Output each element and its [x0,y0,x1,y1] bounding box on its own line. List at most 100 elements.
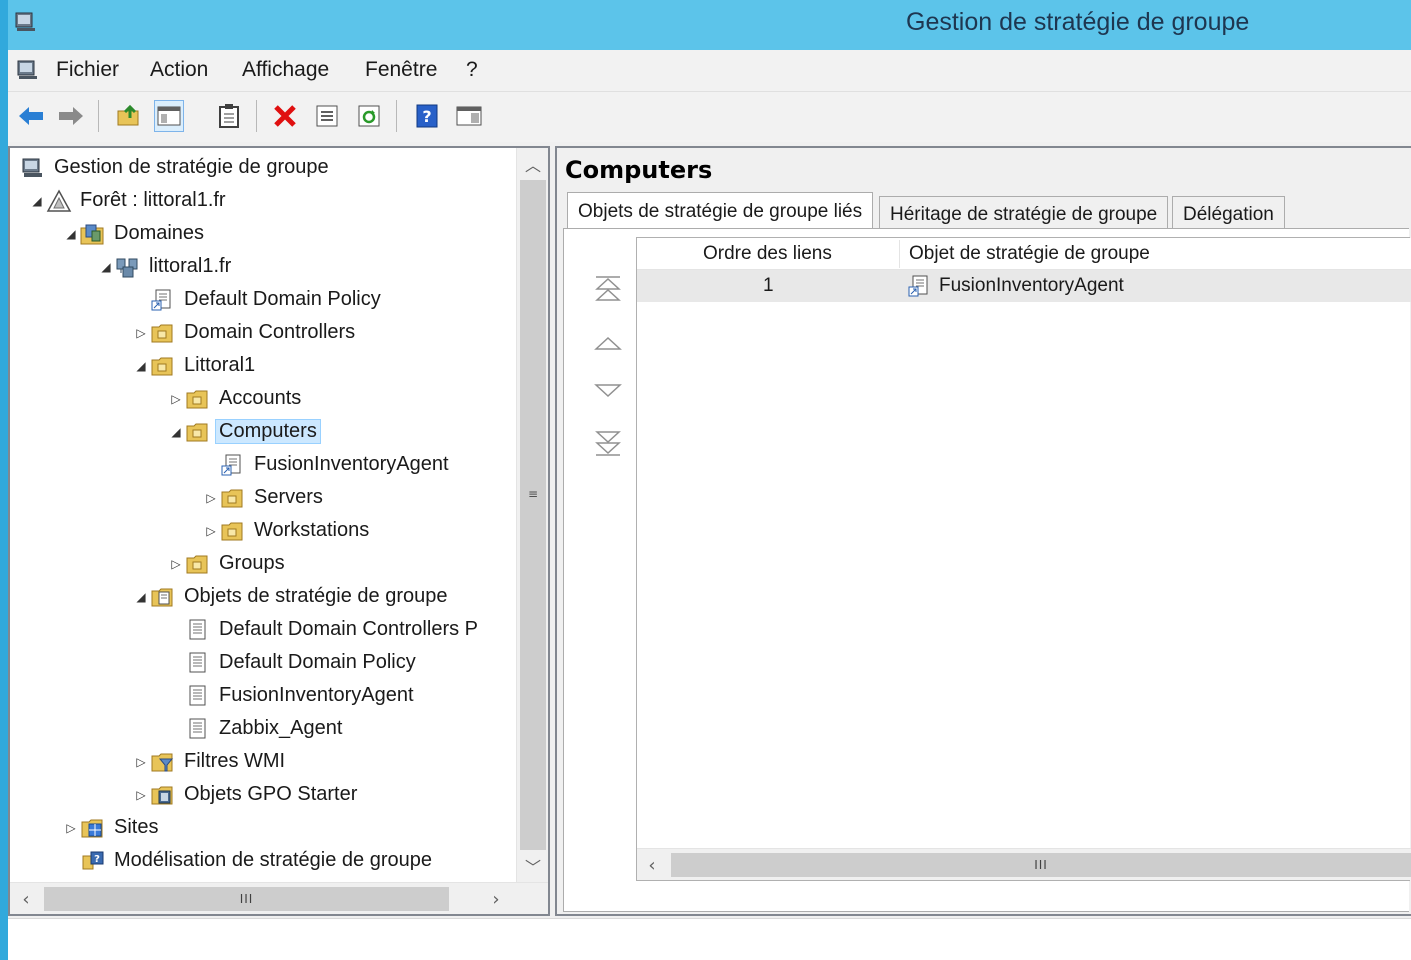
up-folder-icon[interactable] [114,100,144,132]
gpo-link-icon [221,454,241,475]
svg-text:?: ? [94,854,100,865]
tree-item-gpmc-root[interactable]: Gestion de stratégie de groupe [20,152,329,183]
gpo-link-icon [151,289,171,310]
help-icon[interactable]: ? [412,100,442,132]
scrollbar-thumb[interactable]: III [671,853,1411,877]
menu-fenetre[interactable]: Fenêtre [365,58,437,82]
tree-item-accounts[interactable]: ▷ Accounts [167,383,301,414]
menu-help[interactable]: ? [466,58,478,82]
tab-delegation[interactable]: Délégation [1172,196,1285,232]
action-pane-icon[interactable] [454,100,484,132]
wmi-filter-icon [151,753,174,771]
tree-item-label: Domain Controllers [184,321,356,343]
ou-folder-icon [221,489,243,507]
collapsed-triangle-icon[interactable]: ▷ [132,755,150,769]
tree-item-starter-gpos[interactable]: ▷ Objets GPO Starter [132,779,357,810]
gpmc-app-icon[interactable] [14,10,38,34]
delete-icon[interactable] [270,100,300,132]
tree-item-sites[interactable]: ▷ Sites [62,812,158,843]
grid-horizontal-scrollbar[interactable]: ‹ III [637,848,1411,880]
tree-horizontal-scrollbar[interactable]: ‹ III › [10,882,548,914]
properties-icon[interactable] [312,100,342,132]
console-icon[interactable] [16,58,40,82]
forward-arrow-icon[interactable] [56,100,86,132]
tree-item-gpo-default-dc-policy[interactable]: Default Domain Controllers P [167,614,478,645]
tree-item-computers[interactable]: ◢ Computers [167,416,321,447]
expanded-triangle-icon[interactable]: ◢ [62,227,80,241]
collapsed-triangle-icon[interactable]: ▷ [132,326,150,340]
tree-item-gpo-container[interactable]: ◢ Objets de stratégie de groupe [132,581,447,612]
ou-folder-icon [186,423,208,441]
tree-item-fusioninventoryagent-link[interactable]: FusionInventoryAgent [202,449,449,480]
tree-vertical-scrollbar[interactable]: ︿ ≡ ﹀ [516,148,548,882]
collapsed-triangle-icon[interactable]: ▷ [202,491,220,505]
scroll-left-arrow-icon[interactable]: ‹ [10,883,42,915]
menu-bar: Fichier Action Affichage Fenêtre ? [8,50,1411,92]
column-header-gpo[interactable]: Objet de stratégie de groupe [909,238,1150,270]
column-header-link-order[interactable]: Ordre des liens [703,238,832,270]
scrollbar-thumb[interactable] [520,180,546,850]
gpo-link-icon [908,275,928,297]
tree-item-label: Default Domain Policy [184,288,381,310]
tab-panel: Ordre des liens Objet de stratégie de gr… [563,228,1411,912]
cell-link-order: 1 [763,275,774,296]
move-down-icon[interactable] [590,373,626,409]
collapsed-triangle-icon[interactable]: ▷ [132,788,150,802]
collapsed-triangle-icon[interactable]: ▷ [167,392,185,406]
scroll-right-arrow-icon[interactable]: › [480,883,512,915]
expanded-triangle-icon[interactable]: ◢ [97,260,115,274]
tab-gp-inheritance[interactable]: Héritage de stratégie de groupe [879,196,1169,232]
back-arrow-icon[interactable] [16,100,46,132]
column-divider[interactable] [899,240,900,268]
expanded-triangle-icon[interactable]: ◢ [132,590,150,604]
tree-item-label: Zabbix_Agent [219,717,343,739]
collapsed-triangle-icon[interactable]: ▷ [62,821,80,835]
tree-item-default-domain-policy-link[interactable]: Default Domain Policy [132,284,381,315]
status-bar [8,918,1411,960]
move-to-bottom-icon[interactable] [590,425,626,461]
tree-item-label: Computers [215,419,321,444]
tree-item-workstations[interactable]: ▷ Workstations [202,515,369,546]
menu-action[interactable]: Action [150,58,208,82]
tree-item-domain-littoral1[interactable]: ◢ littoral1.fr [97,251,231,282]
scrollbar-thumb[interactable]: III [44,887,449,911]
scrollbar-grip-icon: ≡ [527,487,539,501]
ou-folder-icon [221,522,243,540]
tree-item-gpo-default-domain-policy[interactable]: Default Domain Policy [167,647,416,678]
table-row[interactable]: 1 FusionInventoryAgent [637,270,1411,302]
menu-fichier[interactable]: Fichier [56,58,119,82]
collapsed-triangle-icon[interactable]: ▷ [167,557,185,571]
grid-header: Ordre des liens Objet de stratégie de gr… [637,238,1411,270]
scroll-left-arrow-icon[interactable]: ‹ [637,849,667,881]
menu-affichage[interactable]: Affichage [242,58,329,82]
tree-item-domain-controllers[interactable]: ▷ Domain Controllers [132,317,355,348]
tree-item-gp-modeling[interactable]: ? Modélisation de stratégie de groupe [62,845,432,876]
modeling-icon: ? [82,851,104,869]
show-hide-tree-icon[interactable] [154,100,184,132]
tree-item-label: Littoral1 [184,354,256,376]
move-up-icon[interactable] [590,325,626,361]
expanded-triangle-icon[interactable]: ◢ [28,194,46,208]
console-tree[interactable]: Gestion de stratégie de groupe ◢ Forêt :… [8,146,550,916]
scroll-down-arrow-icon[interactable]: ﹀ [517,850,549,882]
tree-item-label: Groups [219,552,285,574]
move-to-top-icon[interactable] [590,271,626,307]
scroll-up-arrow-icon[interactable]: ︿ [517,148,549,180]
tree-item-forest[interactable]: ◢ Forêt : littoral1.fr [28,185,226,216]
tree-item-domains[interactable]: ◢ Domaines [62,218,204,249]
collapsed-triangle-icon[interactable]: ▷ [202,524,220,538]
linked-gpo-grid[interactable]: Ordre des liens Objet de stratégie de gr… [636,237,1411,881]
tree-item-groups[interactable]: ▷ Groups [167,548,285,579]
clipboard-icon[interactable] [214,100,244,132]
refresh-icon[interactable] [354,100,384,132]
expanded-triangle-icon[interactable]: ◢ [132,359,150,373]
tree-item-gpo-fusioninventoryagent[interactable]: FusionInventoryAgent [167,680,414,711]
expanded-triangle-icon[interactable]: ◢ [167,425,185,439]
tree-item-wmi-filters[interactable]: ▷ Filtres WMI [132,746,285,777]
tab-linked-gpos[interactable]: Objets de stratégie de groupe liés [567,192,874,230]
gpo-icon [189,685,206,705]
tree-item-littoral1-ou[interactable]: ◢ Littoral1 [132,350,255,381]
tree-item-servers[interactable]: ▷ Servers [202,482,323,513]
tree-item-gpo-zabbix-agent[interactable]: Zabbix_Agent [167,713,342,744]
gpmc-icon [22,158,42,177]
